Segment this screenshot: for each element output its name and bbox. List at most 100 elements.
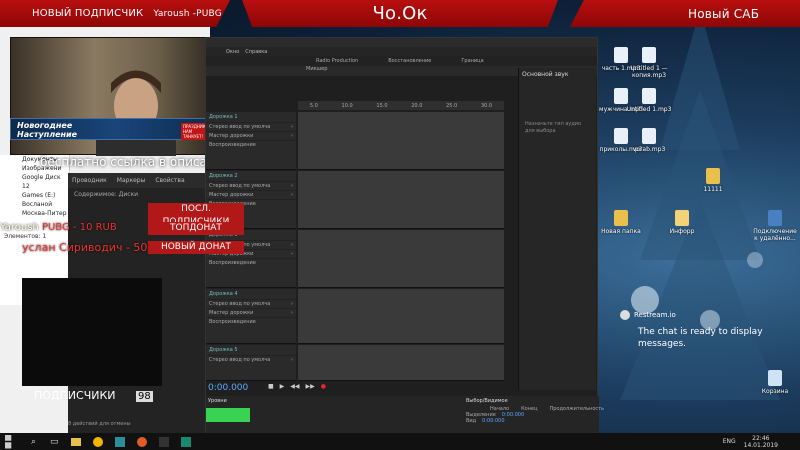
panel-title: Основной звук xyxy=(522,71,569,78)
recycle-bin-icon[interactable]: Корзина xyxy=(752,370,798,395)
explorer-item[interactable]: Games (E:) xyxy=(0,191,69,200)
new-sub-label: НОВЫЙ ПОДПИСЧИК xyxy=(32,8,144,19)
explorer-icon[interactable] xyxy=(70,437,81,446)
chat-tag-bar: Чо.Ок xyxy=(242,0,558,27)
document-icon[interactable]: Инфорр xyxy=(659,210,705,235)
language-indicator[interactable]: ENG xyxy=(723,438,736,445)
ruler-tick: 30.0 xyxy=(480,102,493,109)
explorer-item[interactable]: 12 xyxy=(0,182,69,191)
track-output[interactable]: Мастер дорожки › xyxy=(206,190,296,199)
transport-controls: ■ ▶ ◀◀ ▶▶ ● xyxy=(268,383,326,390)
explorer-item[interactable]: Google Диск xyxy=(0,173,69,182)
search-icon[interactable]: ⌕ xyxy=(31,437,36,447)
clock-time: 22:46 xyxy=(752,434,770,442)
workspace-radio[interactable]: Radio Production xyxy=(316,58,358,64)
track-playback[interactable]: Воспроизведение xyxy=(206,317,296,326)
view-value[interactable]: 0:00.000 xyxy=(482,418,504,424)
restream-chat: Restream.io The chat is ready to display… xyxy=(620,310,790,350)
track-1[interactable]: Дорожка 1 Стерео ввод по умолча › Мастер … xyxy=(206,112,296,170)
subscribers-box xyxy=(22,278,162,386)
icon-label: 11111 xyxy=(703,186,723,193)
new-sub-name: Yaroush -PUBG xyxy=(153,8,222,19)
track-5[interactable]: Дорожка 5 Стерео ввод по умолча › xyxy=(206,345,296,381)
file-icon[interactable]: Untitled 1 — копия.mp3 xyxy=(626,47,672,79)
track-output[interactable]: Мастер дорожки › xyxy=(206,308,296,317)
file-icon[interactable]: vorab.mp3 xyxy=(626,128,672,153)
donor-line: Yaroush PUBG - 10 RUB xyxy=(0,222,150,233)
track-2-lane[interactable] xyxy=(298,171,504,229)
banner-title: Новогоднее Наступление xyxy=(17,121,78,139)
subscribers-count: 98 xyxy=(136,391,153,402)
track-name: Дорожка 2 xyxy=(209,173,238,179)
start-icon[interactable] xyxy=(5,434,12,449)
track-3-lane[interactable] xyxy=(298,230,504,288)
selection-title: Выбор/Видимое xyxy=(466,398,508,404)
top-donate-text: ТОПДОНАТ xyxy=(170,223,222,233)
tab-explorer[interactable]: Проводник xyxy=(72,177,107,184)
track-3[interactable]: Дорожка 3 Стерео ввод по умолча› Мастер … xyxy=(206,230,296,288)
stream-banner: Новогоднее Наступление ПРАЗДНИК К НАМ ТА… xyxy=(10,118,220,140)
top-donate-label: ТОПДОНАТ xyxy=(148,222,244,235)
menu-window[interactable]: Окно xyxy=(226,49,239,55)
track-input[interactable]: Стерео ввод по умолча› xyxy=(206,181,296,190)
ruler-tick: 10.0 xyxy=(341,102,353,109)
row-view: Вид xyxy=(466,418,477,424)
folder-icon[interactable]: 11111 xyxy=(690,168,736,193)
track-playback[interactable]: Воспроизведение xyxy=(206,140,296,149)
app-icon[interactable] xyxy=(114,436,125,447)
timeline-ruler: 5.0 10.0 15.0 20.0 25.0 30.0 xyxy=(298,101,504,110)
folder-icon[interactable]: Новая папка xyxy=(598,210,644,235)
track-input[interactable]: Стерео ввод по умолча› xyxy=(206,122,296,131)
new-sab-label: Новый САБ xyxy=(688,6,760,21)
new-sub-bar: НОВЫЙ ПОДПИСЧИК Yaroush -PUBG xyxy=(0,0,230,27)
track-name: Дорожка 1 xyxy=(209,114,238,120)
track-input[interactable]: Стерео ввод по умолча› xyxy=(206,355,296,364)
rewind-icon[interactable]: ◀◀ xyxy=(290,383,299,390)
chrome-icon[interactable] xyxy=(92,436,103,447)
track-playback[interactable]: Воспроизведение xyxy=(206,258,296,267)
audition-taskbar-icon[interactable] xyxy=(180,436,191,447)
task-view-icon[interactable]: ▭ xyxy=(50,437,59,447)
audition-menubar: Окно Справка xyxy=(206,47,597,56)
track-4[interactable]: Дорожка 4 Стерео ввод по умолча › Мастер … xyxy=(206,289,296,344)
record-icon[interactable]: ● xyxy=(321,383,326,390)
restream-name: Restream.io xyxy=(634,311,676,319)
ticker-text: бесплатно ссылка в описании xyxy=(40,155,231,169)
tab-mixer[interactable]: Микшер xyxy=(306,66,327,72)
subscribers-label: ПОДПИСЧИКИ xyxy=(34,389,116,402)
essential-sound-panel: Основной звук Назначьте тип аудио для вы… xyxy=(518,68,596,390)
workspace-border[interactable]: Граница xyxy=(461,58,483,64)
new-sab-bar: Новый САБ xyxy=(570,0,800,27)
file-icon[interactable]: Untitled 1.mp3 xyxy=(626,88,672,113)
donor-line-2: услан Сириводич - 50 xyxy=(22,241,148,254)
track-1-lane[interactable] xyxy=(298,112,504,170)
sel-value[interactable]: 0:00.000 xyxy=(502,412,524,418)
explorer-item[interactable]: Москва-Питер xyxy=(0,209,69,218)
levels-title: Уровни xyxy=(208,398,227,404)
stop-icon[interactable]: ■ xyxy=(268,383,274,390)
workspace-restore[interactable]: Восстановление xyxy=(388,58,431,64)
track-5-lane[interactable] xyxy=(298,345,504,381)
icon-label: Подключение к удалённо... xyxy=(753,228,797,242)
panel-hint: Назначьте тип аудио для выбора xyxy=(525,121,582,134)
menu-help[interactable]: Справка xyxy=(245,49,267,55)
icon-label: vorab.mp3 xyxy=(632,146,666,153)
levels-panel: Уровни xyxy=(206,396,464,436)
donor-name: Yaroush xyxy=(0,222,39,233)
forward-icon[interactable]: ▶▶ xyxy=(306,383,315,390)
play-icon[interactable]: ▶ xyxy=(280,383,285,390)
app-icon[interactable] xyxy=(136,436,147,447)
track-4-lane[interactable] xyxy=(298,289,504,344)
explorer-item[interactable]: Восланой xyxy=(0,200,69,209)
track-input[interactable]: Стерео ввод по умолча› xyxy=(206,299,296,308)
tab-markers[interactable]: Маркеры xyxy=(117,177,146,184)
ruler-tick: 25.0 xyxy=(446,102,458,109)
remote-desktop-icon[interactable]: Подключение к удалённо... xyxy=(752,210,798,242)
track-output[interactable]: Мастер дорожки › xyxy=(206,131,296,140)
track-name: Дорожка 5 xyxy=(209,347,238,353)
level-meter xyxy=(206,408,250,422)
content-filter[interactable]: Содержимое: Диски xyxy=(68,188,208,201)
app-icon[interactable] xyxy=(158,436,169,447)
clock[interactable]: 22:46 14.01.2019 xyxy=(744,435,778,449)
tab-properties[interactable]: Свойства xyxy=(155,177,184,184)
